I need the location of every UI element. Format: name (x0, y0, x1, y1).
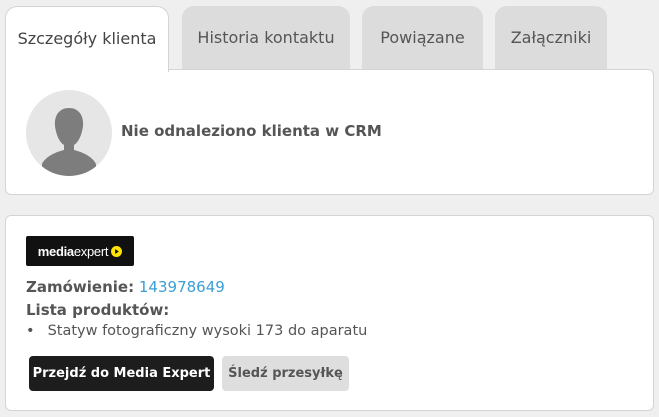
no-client-message: Nie odnaleziono klienta w CRM (121, 122, 382, 140)
customer-panel: Nie odnaleziono klienta w CRM (5, 69, 654, 195)
tab-attachments[interactable]: Załączniki (495, 6, 607, 70)
go-to-media-expert-button[interactable]: Przejdź do Media Expert (29, 356, 214, 391)
tab-contact-history[interactable]: Historia kontaktu (182, 6, 350, 70)
order-number-link[interactable]: 143978649 (139, 278, 225, 296)
product-list: Statyw fotograficzny wysoki 173 do apara… (26, 323, 368, 339)
avatar (26, 90, 112, 176)
tab-label: Szczegóły klienta (17, 29, 157, 48)
track-shipment-button[interactable]: Śledź przesyłkę (222, 356, 349, 391)
tab-related[interactable]: Powiązane (362, 6, 483, 70)
tab-label: Załączniki (510, 28, 592, 47)
logo-text-regular: expert (73, 243, 109, 259)
play-circle-icon (111, 245, 123, 257)
list-item: Statyw fotograficzny wysoki 173 do apara… (26, 323, 368, 339)
tab-bar: Szczegóły klienta Historia kontaktu Powi… (5, 6, 654, 72)
products-label: Lista produktów: (26, 301, 170, 319)
media-expert-logo: media expert (26, 236, 134, 266)
order-number-line: Zamówienie: 143978649 (26, 278, 225, 296)
order-panel: media expert Zamówienie: 143978649 Lista … (5, 215, 654, 411)
tab-label: Historia kontaktu (197, 28, 335, 47)
tab-customer-details[interactable]: Szczegóły klienta (5, 6, 169, 72)
user-silhouette-icon (42, 108, 96, 176)
tab-label: Powiązane (380, 28, 465, 47)
order-label: Zamówienie: (26, 278, 135, 296)
logo-text-bold: media (37, 243, 74, 259)
